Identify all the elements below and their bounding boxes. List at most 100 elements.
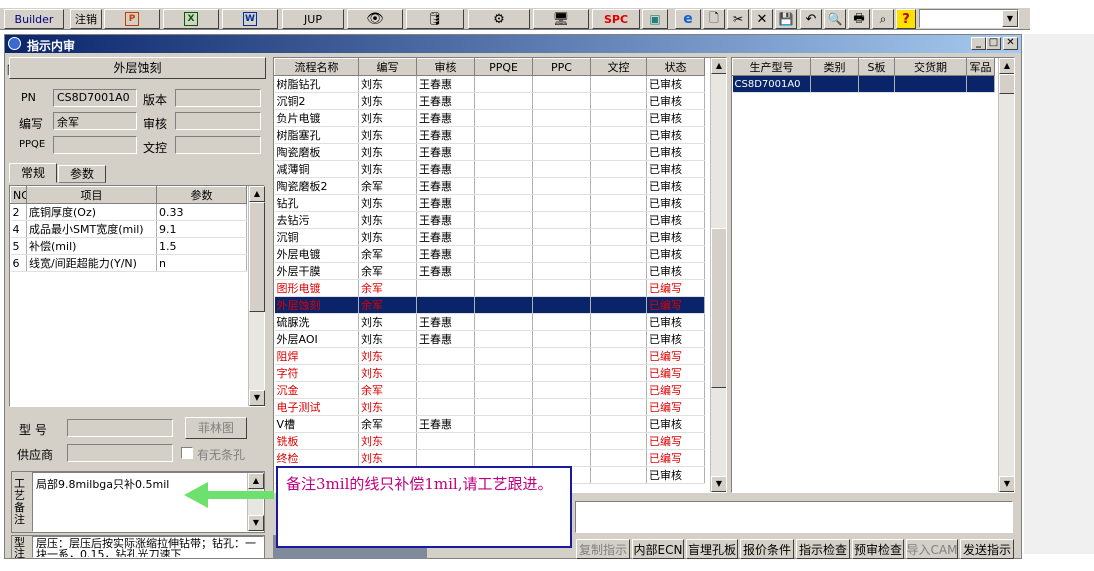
process-row[interactable]: 沉金 余军 已编写	[274, 381, 705, 399]
builder-button[interactable]: Builder	[4, 9, 64, 29]
ppqe-field[interactable]	[53, 136, 137, 154]
param-row[interactable]: 2 底铜厚度(Oz) 0.33	[10, 203, 247, 221]
process-row[interactable]: 图形电镀 余军 已编写	[274, 279, 705, 297]
excel-button[interactable]: X	[163, 9, 219, 29]
ppt-button[interactable]: P	[104, 9, 160, 29]
param-value[interactable]: 9.1	[156, 220, 247, 238]
save-button[interactable]: 💾	[775, 9, 797, 29]
internal-ecn-button[interactable]: 内部ECN	[632, 539, 684, 559]
supplier-field[interactable]	[67, 444, 173, 462]
delete-button[interactable]: ✕	[751, 9, 773, 29]
process-row[interactable]: 树脂钻孔 刘东 王春惠 已审核	[274, 75, 705, 93]
process-header-status[interactable]: 状态	[646, 58, 705, 76]
process-row[interactable]: 负片电镀 刘东 王春惠 已审核	[274, 109, 705, 127]
process-row[interactable]: 字符 刘东 已编写	[274, 364, 705, 382]
tab-parameters[interactable]: 参数	[58, 165, 106, 183]
pn-field[interactable]: CS8D7001A0	[53, 89, 137, 107]
process-row[interactable]: 铣板 刘东 已编写	[274, 432, 705, 450]
scroll-thumb[interactable]	[999, 74, 1014, 94]
param-header-item[interactable]: 项目	[26, 186, 157, 204]
product-scrollbar[interactable]: ▲ ▼	[998, 58, 1014, 492]
param-row[interactable]: 6 线宽/间距超能力(Y/N) n	[10, 254, 247, 272]
process-header-writer[interactable]: 编写	[358, 58, 417, 76]
preview-button[interactable]: 🔍	[824, 9, 846, 29]
product-header-due[interactable]: 交货期	[894, 58, 967, 76]
help-button[interactable]: ?	[896, 9, 916, 29]
new-button[interactable]: 🗋	[703, 9, 725, 29]
process-row[interactable]: 陶瓷磨板2 余军 王春惠 已审核	[274, 177, 705, 195]
pre-review-check-button[interactable]: 预审检查	[852, 539, 904, 559]
product-header-s[interactable]: S板	[858, 58, 895, 76]
process-row[interactable]: 硫脲洗 刘东 王春惠 已审核	[274, 313, 705, 331]
chevron-down-icon[interactable]: ▼	[1002, 10, 1018, 27]
param-row[interactable]: 4 成品最小SMT宽度(mil) 9.1	[10, 220, 247, 238]
param-header-value[interactable]: 参数	[156, 186, 247, 204]
scroll-up-icon[interactable]: ▲	[249, 186, 265, 202]
instruction-check-button[interactable]: 指示检查	[796, 539, 850, 559]
product-header-model[interactable]: 生产型号	[732, 58, 811, 76]
scroll-thumb[interactable]	[711, 228, 726, 388]
minimize-button[interactable]: _	[971, 37, 986, 50]
process-header-doc[interactable]: 文控	[590, 58, 647, 76]
database-button[interactable]: 🛢	[406, 9, 464, 29]
spc-button[interactable]: SPC	[592, 9, 640, 29]
process-row[interactable]: 终检 刘东 已编写	[274, 449, 705, 467]
process-row[interactable]: 去钻污 刘东 王春惠 已审核	[274, 211, 705, 229]
process-row[interactable]: 陶瓷磨板 刘东 王春惠 已审核	[274, 143, 705, 161]
process-row[interactable]: 树脂塞孔 刘东 王春惠 已审核	[274, 126, 705, 144]
monitor-button[interactable]: 🖥	[533, 9, 589, 29]
process-row[interactable]: V槽 余军 王春惠 已审核	[274, 415, 705, 433]
scroll-down-icon[interactable]: ▼	[999, 476, 1014, 492]
writer-field[interactable]: 余军	[53, 112, 137, 130]
scroll-down-icon[interactable]: ▼	[248, 515, 264, 531]
product-header-category[interactable]: 类别	[810, 58, 859, 76]
doc-control-field[interactable]	[175, 136, 261, 154]
find-button[interactable]: ⌕	[872, 9, 894, 29]
process-row[interactable]: 外层电镀 余军 王春惠 已审核	[274, 245, 705, 263]
param-value[interactable]: 1.5	[156, 237, 247, 255]
product-row[interactable]: CS8D7001A0	[732, 75, 995, 93]
param-scrollbar[interactable]: ▲ ▼	[248, 186, 265, 406]
process-row[interactable]: 电子测试 刘东 已编写	[274, 398, 705, 416]
process-row[interactable]: 外层干膜 余军 王春惠 已审核	[274, 262, 705, 280]
scroll-thumb[interactable]	[249, 202, 265, 312]
print-button[interactable]: 🖶	[848, 9, 870, 29]
process-row[interactable]: 沉铜2 刘东 王春惠 已审核	[274, 92, 705, 110]
process-header-ppqe[interactable]: PPQE	[474, 58, 533, 76]
param-row[interactable]: 5 补偿(mil) 1.5	[10, 237, 247, 255]
send-instruction-button[interactable]: 发送指示	[960, 539, 1014, 559]
scroll-up-icon[interactable]: ▲	[999, 58, 1014, 74]
ie-button[interactable]: e	[675, 9, 701, 29]
bottom-note-text[interactable]: 层压：层压后按实际涨缩拉伸钻带；钻孔：一块一系，0.15，钻孔光刀速下	[32, 536, 264, 558]
copy-instruction-button[interactable]: 复制指示	[576, 539, 630, 559]
model-field[interactable]	[67, 419, 173, 437]
process-row[interactable]: 沉铜 刘东 王春惠 已审核	[274, 228, 705, 246]
close-button[interactable]: ✕	[1003, 37, 1018, 50]
process-scrollbar[interactable]: ▲ ▼	[710, 58, 726, 492]
toolbar-dropdown[interactable]: ▼	[919, 9, 1019, 28]
eye-button[interactable]: 👁	[347, 9, 403, 29]
process-header-reviewer[interactable]: 审核	[416, 58, 475, 76]
maximize-button[interactable]: □	[986, 37, 1001, 50]
jup-button[interactable]: JUP	[282, 9, 344, 29]
param-header-no[interactable]: NO	[10, 186, 27, 204]
import-cam-button[interactable]: 导入CAM	[906, 539, 958, 559]
film-image-button[interactable]: 菲林图	[185, 417, 247, 439]
process-row[interactable]: 外层AOI 刘东 王春惠 已审核	[274, 330, 705, 348]
message-input[interactable]	[575, 501, 1013, 533]
quote-condition-button[interactable]: 报价条件	[740, 539, 794, 559]
tab-general[interactable]: 常规	[9, 163, 57, 183]
tools-button[interactable]: ⚙	[468, 9, 530, 29]
blind-buried-hole-button[interactable]: 盲埋孔板	[686, 539, 738, 559]
process-header-name[interactable]: 流程名称	[274, 58, 359, 76]
process-row[interactable]: 外层蚀刻 余军 已编写	[274, 296, 705, 314]
scroll-down-icon[interactable]: ▼	[249, 390, 265, 406]
undo-button[interactable]: ↶	[800, 9, 822, 29]
process-row[interactable]: 减薄铜 刘东 王春惠 已审核	[274, 160, 705, 178]
param-value[interactable]: 0.33	[156, 203, 247, 221]
noslot-checkbox[interactable]	[181, 447, 193, 459]
process-header-ppc[interactable]: PPC	[532, 58, 591, 76]
scroll-down-icon[interactable]: ▼	[711, 476, 726, 492]
param-value[interactable]: n	[156, 254, 247, 272]
reviewer-field[interactable]	[175, 112, 261, 130]
